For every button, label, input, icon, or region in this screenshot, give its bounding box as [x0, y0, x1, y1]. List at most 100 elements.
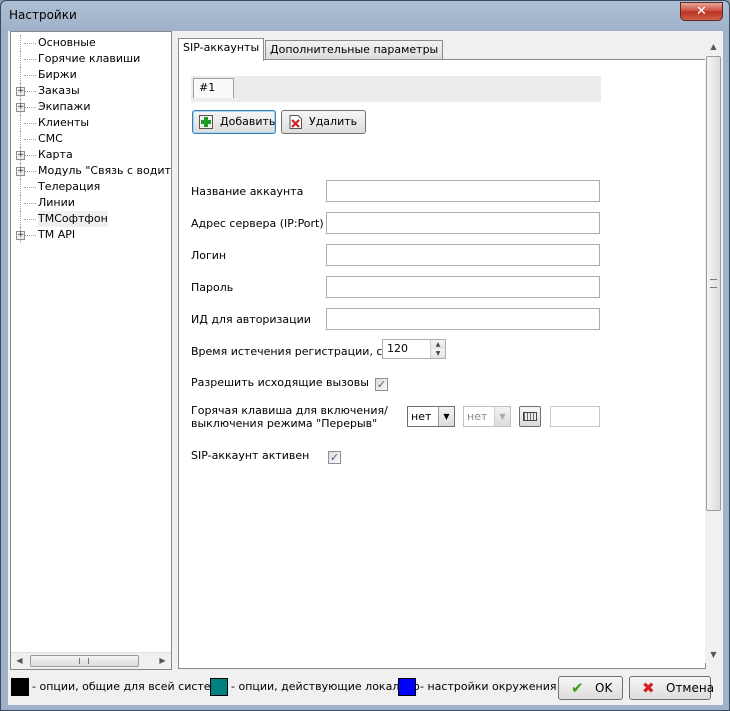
allow-outgoing-checkbox[interactable]: ✓: [375, 378, 388, 391]
tree-horizontal-scrollbar[interactable]: ◀ ▶: [11, 652, 171, 669]
add-icon: [199, 115, 213, 129]
tree-item[interactable]: Горячие клавиши: [11, 51, 171, 67]
chevron-down-icon[interactable]: ▼: [494, 407, 510, 426]
tree-item[interactable]: Основные: [11, 35, 171, 51]
tree-connector: [20, 35, 21, 51]
hotkey-modifier2-value: нет: [467, 410, 488, 423]
tree-connector: [24, 203, 36, 204]
scroll-down-icon[interactable]: ▼: [705, 646, 722, 663]
spin-up-icon[interactable]: ▲: [431, 340, 445, 349]
hotkey-modifier1-value: нет: [411, 410, 432, 423]
panel-vertical-scrollbar[interactable]: ▲ ▼: [705, 38, 722, 663]
settings-window: Настройки ✕ Основные Горячие клавиши Биржи…: [0, 0, 730, 711]
sip-active-label: SIP-аккаунт активен: [191, 449, 310, 462]
expand-icon[interactable]: +: [16, 103, 25, 112]
legend-local-swatch: [210, 678, 228, 696]
tree-item[interactable]: + TM API: [11, 227, 171, 243]
tree-connector: [24, 171, 36, 172]
hotkey-modifier1-select[interactable]: нет ▼: [407, 406, 455, 427]
chevron-down-icon[interactable]: ▼: [438, 407, 454, 426]
hotkey-capture-button[interactable]: [519, 406, 541, 427]
tree-item[interactable]: Клиенты: [11, 115, 171, 131]
tab-sip-accounts[interactable]: SIP-аккаунты: [178, 38, 265, 61]
hotkey-key-field[interactable]: [550, 406, 600, 427]
tree-connector: [20, 115, 21, 131]
tree-item[interactable]: СМС: [11, 131, 171, 147]
tree-item-label: Модуль "Связь с водителем": [38, 164, 171, 177]
registration-expiry-value: 120: [387, 342, 408, 355]
tree-item[interactable]: Линии: [11, 195, 171, 211]
login-input[interactable]: [326, 244, 600, 266]
window-title: Настройки: [9, 8, 77, 22]
add-account-button[interactable]: Добавить: [192, 110, 276, 134]
hotkey-modifier2-select[interactable]: нет ▼: [463, 406, 511, 427]
expand-icon[interactable]: +: [16, 151, 25, 160]
registration-expiry-label: Время истечения регистрации, сек: [191, 345, 396, 358]
ok-label: OK: [595, 681, 613, 695]
tree-item-label: Горячие клавиши: [38, 52, 141, 65]
tree-connector: [24, 75, 36, 76]
tree-item[interactable]: + Заказы: [11, 83, 171, 99]
expand-icon[interactable]: +: [16, 231, 25, 240]
tree-item[interactable]: + Модуль "Связь с водителем": [11, 163, 171, 179]
password-input[interactable]: [326, 276, 600, 298]
scroll-thumb[interactable]: [30, 655, 139, 667]
tab-strip: SIP-аккаунты Дополнительные параметры: [178, 38, 708, 61]
tree-item[interactable]: + Экипажи: [11, 99, 171, 115]
scroll-left-icon[interactable]: ◀: [11, 653, 28, 669]
tree-item-label: Биржи: [38, 68, 77, 81]
expand-icon[interactable]: +: [16, 87, 25, 96]
tree-connector: [24, 219, 36, 220]
account-name-input[interactable]: [326, 180, 600, 202]
registration-expiry-spinner[interactable]: 120 ▲ ▼: [382, 339, 446, 359]
legend-global-text: - опции, общие для всей системы: [32, 680, 228, 693]
tab-additional-parameters[interactable]: Дополнительные параметры: [265, 40, 444, 60]
delete-account-button[interactable]: Удалить: [281, 110, 366, 134]
auth-id-input[interactable]: [326, 308, 600, 330]
legend-environment-text: - настройки окружения: [420, 680, 557, 693]
scroll-thumb[interactable]: [706, 56, 721, 511]
legend-local-text: - опции, действующие локально: [231, 680, 420, 693]
account-tab-strip: #1: [191, 76, 601, 102]
sip-active-checkbox[interactable]: ✓: [328, 451, 341, 464]
close-button[interactable]: ✕: [680, 2, 723, 21]
legend-environment-swatch: [398, 678, 416, 696]
tree-connector: [24, 43, 36, 44]
title-bar[interactable]: Настройки ✕: [1, 1, 729, 29]
allow-outgoing-label: Разрешить исходящие вызовы: [191, 376, 369, 389]
break-hotkey-label: Горячая клавиша для включения/ выключени…: [191, 404, 388, 430]
tree-item-label: Линии: [38, 196, 75, 209]
tree-item[interactable]: + Карта: [11, 147, 171, 163]
settings-tree: Основные Горячие клавиши Биржи + Заказы + Экип…: [10, 31, 172, 670]
password-label: Пароль: [191, 281, 234, 294]
tree-item-label: СМС: [38, 132, 63, 145]
cancel-button[interactable]: ✖ Отмена: [629, 676, 715, 700]
login-label: Логин: [191, 249, 227, 262]
spin-down-icon[interactable]: ▼: [431, 349, 445, 358]
break-hotkey-label-line1: Горячая клавиша для включения/: [191, 404, 388, 417]
scroll-right-icon[interactable]: ▶: [154, 653, 171, 669]
tree-connector: [24, 155, 36, 156]
tree-connector: [20, 131, 21, 147]
server-address-input[interactable]: [326, 212, 600, 234]
expand-icon[interactable]: +: [16, 167, 25, 176]
cancel-label: Отмена: [666, 681, 715, 695]
auth-id-label: ИД для авторизации: [191, 313, 311, 326]
tree-item[interactable]: ТМСофтфон: [11, 211, 171, 227]
tree-item[interactable]: Телерация: [11, 179, 171, 195]
scroll-up-icon[interactable]: ▲: [705, 38, 722, 55]
break-hotkey-label-line2: выключения режима "Перерыв": [191, 417, 378, 430]
tree-item-label: Экипажи: [38, 100, 91, 113]
account-tab-1[interactable]: #1: [193, 78, 234, 98]
account-name-label: Название аккаунта: [191, 185, 304, 198]
ok-button[interactable]: ✔ OK: [558, 676, 623, 700]
cross-icon: ✖: [642, 679, 655, 697]
tree-item-label: Карта: [38, 148, 73, 161]
tree-connector: [24, 59, 36, 60]
tree-item-label: Основные: [38, 36, 96, 49]
tree-item-label: TM API: [38, 228, 76, 241]
tree-connector: [24, 107, 36, 108]
tree-item-label: Телерация: [38, 180, 101, 193]
tree-item[interactable]: Биржи: [11, 67, 171, 83]
checkmark-icon: ✔: [571, 679, 584, 697]
